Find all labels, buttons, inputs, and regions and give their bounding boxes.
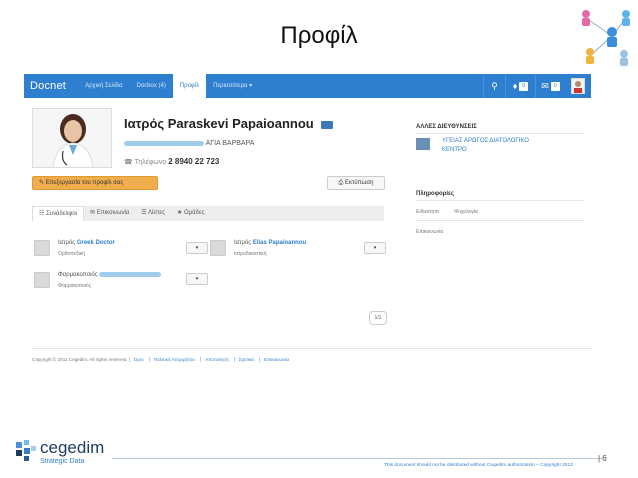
phone-icon: ☎ <box>124 159 133 166</box>
info-heading: Πληροφορίες <box>416 191 455 197</box>
edit-profile-button[interactable]: ✎ Επεξεργασία του προφίλ σας <box>32 176 158 190</box>
tab-communication[interactable]: ✉ Επικοινωνία <box>84 206 135 221</box>
contact-card[interactable]: Ιατρός Greek Doctor Ορθοπεδική <box>32 236 208 262</box>
nav-home[interactable]: Αρχική Σελίδα <box>78 74 129 98</box>
footer-divider <box>32 348 592 349</box>
app-window: Docnet Αρχική Σελίδα Docbox (4) Προφίλ Π… <box>24 74 592 374</box>
tab-colleagues[interactable]: ☵ Συνάδελφοι <box>32 206 84 221</box>
cegedim-logo-text: cegedim <box>40 438 105 457</box>
footer: Copyright © 2011 Cegedim. All rights res… <box>32 357 294 362</box>
footer-link-disclaimer[interactable]: Αποποίηση <box>200 357 233 362</box>
contact-name-redacted <box>99 272 162 277</box>
contact-actions-dropdown[interactable]: ▾ <box>364 242 386 254</box>
doctor-name: Ιατρός Paraskevi Papaioannou <box>124 116 334 131</box>
top-navbar: Docnet Αρχική Σελίδα Docbox (4) Προφίλ Π… <box>24 74 591 98</box>
contact-card[interactable]: Φαρμακοποιός Φαρμακοποιός <box>32 268 208 294</box>
divider <box>416 200 584 201</box>
contact-title: Φαρμακοποιός <box>58 272 98 279</box>
tab-label: Ομάδες <box>184 210 205 216</box>
search-icon[interactable]: ⚲ <box>483 74 505 98</box>
footer-link-about[interactable]: Σχετικά <box>233 357 258 362</box>
contact-avatar <box>34 240 50 256</box>
profile-tabs: ☵ Συνάδελφοι ✉ Επικοινωνία ☰ Λίστες ★ Ομ… <box>32 206 384 221</box>
contact-specialty: Ιατροδικαστική <box>234 251 267 257</box>
contact-card[interactable]: Ιατρός Elias Papaioannou Ιατροδικαστική <box>208 236 384 262</box>
message-count: 0 <box>550 81 560 91</box>
divider <box>416 133 584 134</box>
tab-label: Επικοινωνία <box>96 210 130 216</box>
profile-photo <box>32 108 112 168</box>
tab-groups[interactable]: ★ Ομάδες <box>171 206 211 221</box>
nav-more[interactable]: Περισσότερα ▾ <box>206 74 259 98</box>
contact-avatar <box>34 272 50 288</box>
contact-title: Ιατρός <box>58 240 76 246</box>
address: ΑΓΙΑ ΒΑΡΒΑΡΑ <box>124 140 254 147</box>
people-icon: ☵ <box>39 211 45 217</box>
contact-title: Ιατρός <box>234 240 252 246</box>
contact-actions-dropdown[interactable]: ▾ <box>186 273 208 285</box>
phone-number: 2 8940 22 723 <box>168 157 220 166</box>
nav-docbox[interactable]: Docbox (4) <box>130 74 173 98</box>
other-address-line2: ΚΕΝΤΡΟ <box>442 147 467 153</box>
messages-button[interactable]: ✉ 0 <box>535 74 565 98</box>
contact-actions-dropdown[interactable]: ▾ <box>186 242 208 254</box>
people-network-icon <box>582 10 630 66</box>
address-redacted <box>124 140 204 146</box>
contact-name: Ιατρός Elias Papaioannou <box>234 240 306 246</box>
footer-link-privacy[interactable]: Πολιτική Απορρήτου <box>148 357 199 362</box>
cegedim-logo-icon <box>16 440 36 461</box>
page-number: | 6 <box>598 454 607 463</box>
tab-label: Συνάδελφοι <box>46 211 77 217</box>
contact-name-link[interactable]: Greek Doctor <box>77 240 115 246</box>
other-addresses-heading: ΑΛΛΕΣ ΔΙΕΥΘΥΝΣΕΙΣ <box>416 124 477 130</box>
pagination[interactable]: 1/1 <box>369 311 387 325</box>
disclaimer: This document should not be distributed … <box>384 463 573 468</box>
phone: ☎ Τηλέφωνο 2 8940 22 723 <box>124 157 219 166</box>
footer-rule <box>112 458 602 459</box>
user-avatar[interactable] <box>571 78 585 94</box>
brand-logo[interactable]: Docnet <box>24 80 78 92</box>
address-city: ΑΓΙΑ ΒΑΡΒΑΡΑ <box>205 140 255 147</box>
contact-label: Επικοινωνία <box>416 229 444 235</box>
bell-icon: ♦ <box>512 81 518 91</box>
other-address-link[interactable]: ΥΓΕΙΑΣ ΑΡΩΓΟΣ ΔΙΑΤΟΛΟΓΙΚΟ ΚΕΝΤΡΟ <box>442 137 529 155</box>
copyright-text: Copyright © 2011 Cegedim. All rights res… <box>32 357 128 362</box>
contact-avatar <box>210 240 226 256</box>
divider <box>416 220 584 221</box>
envelope-icon: ✉ <box>541 80 549 91</box>
contact-name: Φαρμακοποιός <box>58 272 162 279</box>
tab-lists[interactable]: ☰ Λίστες <box>135 206 171 221</box>
print-button[interactable]: ⎙ Εκτύπωση <box>327 176 385 190</box>
other-address-line1: ΥΓΕΙΑΣ ΑΡΩΓΟΣ ΔΙΑΤΟΛΟΓΙΚΟ <box>442 138 529 144</box>
specialty-value: Ψυχολογία <box>454 209 478 215</box>
chat-icon: ✉ <box>90 210 96 216</box>
tab-label: Λίστες <box>148 210 165 216</box>
building-thumbnail <box>416 138 430 150</box>
printer-icon: ⎙ <box>338 180 344 186</box>
specialty-label: Ειδικότητα <box>416 209 440 215</box>
contact-name-link[interactable]: Elias Papaioannou <box>253 240 306 246</box>
contact-name: Ιατρός Greek Doctor <box>58 240 115 246</box>
notification-count: 0 <box>519 81 529 91</box>
print-label: Εκτύπωση <box>345 180 374 186</box>
phone-label: Τηλέφωνο <box>134 159 167 166</box>
groups-icon: ★ <box>176 210 183 216</box>
contact-specialty: Φαρμακοποιός <box>58 283 92 289</box>
contact-specialty: Ορθοπεδική <box>58 251 86 257</box>
doctor-name-text: Ιατρός Paraskevi Papaioannou <box>124 116 314 131</box>
list-icon: ☰ <box>141 210 147 216</box>
nav-profile[interactable]: Προφίλ <box>172 74 207 98</box>
footer-link-contact[interactable]: Επικοινωνία <box>259 357 294 362</box>
footer-link-terms[interactable]: Όροι <box>128 357 148 362</box>
pencil-icon: ✎ <box>39 180 45 186</box>
notifications-button[interactable]: ♦ 0 <box>505 74 535 98</box>
edit-profile-label: Επεξεργασία του προφίλ σας <box>45 180 124 186</box>
vcard-icon[interactable] <box>321 120 334 129</box>
slide-title: Προφίλ <box>280 22 358 49</box>
cegedim-logo-subtitle: Strategic Data <box>40 458 85 465</box>
